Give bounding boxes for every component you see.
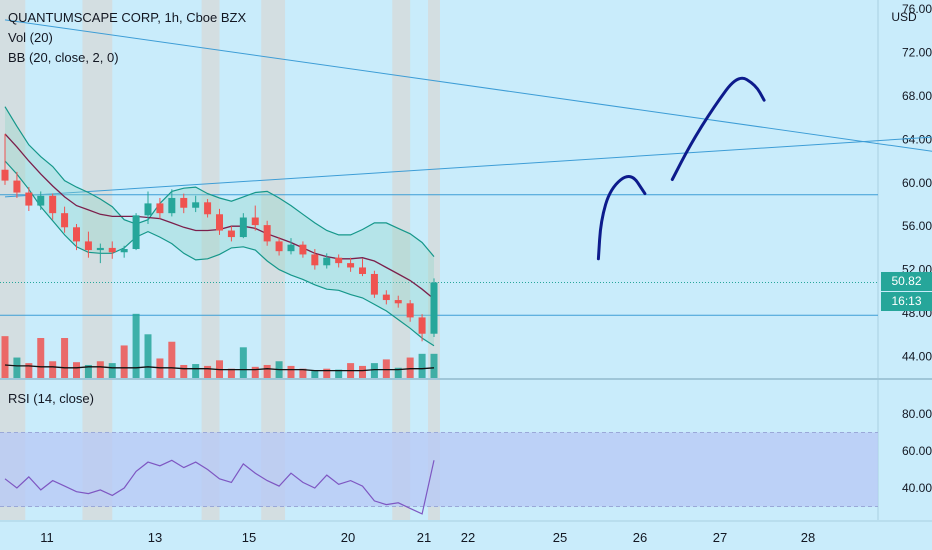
volume-bar bbox=[251, 366, 259, 378]
volume-bar bbox=[61, 338, 69, 378]
candle-body bbox=[132, 215, 140, 250]
candle-body bbox=[180, 197, 188, 208]
candle-body bbox=[311, 254, 319, 266]
volume-bar bbox=[120, 345, 128, 378]
candle-body bbox=[263, 225, 271, 242]
time-tick-label: 15 bbox=[242, 530, 256, 545]
currency-label: USD bbox=[891, 10, 917, 24]
volume-bar bbox=[263, 364, 271, 378]
volume-bar bbox=[108, 363, 116, 378]
candle-body bbox=[275, 241, 283, 252]
volume-bar bbox=[144, 334, 152, 378]
candle-body bbox=[370, 273, 378, 295]
candle-body bbox=[204, 202, 212, 215]
candle-body bbox=[323, 257, 331, 266]
volume-bar bbox=[311, 370, 319, 378]
candle-body bbox=[144, 203, 152, 216]
candle-body bbox=[251, 217, 259, 226]
candle-body bbox=[49, 195, 57, 214]
volume-bar bbox=[430, 353, 438, 378]
candle-body bbox=[108, 247, 116, 253]
candle-body bbox=[406, 303, 414, 318]
volume-bar bbox=[13, 357, 21, 378]
price-chart[interactable]: 44.0048.0052.0056.0060.0064.0068.0072.00… bbox=[0, 0, 932, 550]
candle-body bbox=[120, 249, 128, 253]
volume-bar bbox=[180, 364, 188, 378]
volume-bar bbox=[370, 363, 378, 378]
volume-bar bbox=[204, 365, 212, 378]
volume-bar bbox=[239, 347, 247, 378]
candle-body bbox=[84, 241, 92, 251]
volume-bar bbox=[49, 361, 57, 378]
volume-bar bbox=[287, 365, 295, 378]
candle-body bbox=[25, 192, 33, 206]
candle-body bbox=[168, 197, 176, 214]
time-tick-label: 11 bbox=[40, 530, 54, 545]
main-pane-background bbox=[0, 0, 932, 378]
price-tick-label: 64.00 bbox=[902, 132, 932, 146]
volume-bar bbox=[192, 364, 200, 378]
candle-body bbox=[192, 202, 200, 208]
candle-body bbox=[13, 180, 21, 193]
time-tick-label: 26 bbox=[633, 530, 647, 545]
candle-body bbox=[430, 282, 438, 334]
countdown-tag: 16:13 bbox=[881, 292, 932, 311]
volume-bar bbox=[168, 341, 176, 378]
candle-body bbox=[61, 213, 69, 228]
candle-body bbox=[299, 244, 307, 255]
volume-bar bbox=[382, 359, 390, 378]
candle-body bbox=[359, 267, 366, 274]
symbol-legend[interactable]: QUANTUMSCAPE CORP, 1h, Cboe BZX bbox=[8, 10, 246, 26]
time-tick-label: 13 bbox=[148, 530, 162, 545]
candle-body bbox=[1, 169, 9, 181]
time-tick-label: 27 bbox=[713, 530, 727, 545]
time-tick-label: 22 bbox=[461, 530, 475, 545]
candle-body bbox=[394, 300, 402, 304]
volume-bar bbox=[37, 338, 45, 378]
price-tick-label: 68.00 bbox=[902, 89, 932, 103]
price-tick-label: 72.00 bbox=[902, 45, 932, 59]
candle-body bbox=[216, 214, 223, 231]
rsi-tick-label: 60.00 bbox=[902, 444, 932, 458]
volume-bar bbox=[1, 336, 9, 378]
rsi-band bbox=[0, 432, 878, 507]
time-tick-label: 20 bbox=[341, 530, 355, 545]
price-axis-background bbox=[878, 0, 932, 520]
candle-body bbox=[73, 227, 80, 242]
price-tick-label: 44.00 bbox=[902, 350, 932, 364]
volume-bar bbox=[418, 353, 426, 378]
candle-body bbox=[37, 195, 45, 206]
volume-legend[interactable]: Vol (20) bbox=[8, 30, 53, 46]
candle-body bbox=[347, 263, 355, 268]
time-tick-label: 25 bbox=[553, 530, 567, 545]
volume-bar bbox=[96, 361, 104, 378]
candle-body bbox=[239, 217, 247, 238]
rsi-tick-label: 40.00 bbox=[902, 481, 932, 495]
time-tick-label: 21 bbox=[417, 530, 431, 545]
rsi-legend[interactable]: RSI (14, close) bbox=[8, 391, 94, 407]
volume-bar bbox=[359, 365, 366, 378]
volume-bar bbox=[73, 362, 80, 378]
volume-bar bbox=[406, 357, 414, 378]
candle-body bbox=[96, 247, 104, 251]
candle-body bbox=[418, 317, 426, 334]
last-price-tag: 50.82 bbox=[881, 272, 932, 291]
bollinger-legend[interactable]: BB (20, close, 2, 0) bbox=[8, 50, 119, 66]
time-tick-label: 28 bbox=[801, 530, 815, 545]
price-tick-label: 56.00 bbox=[902, 219, 932, 233]
candle-body bbox=[382, 294, 390, 301]
price-tick-label: 60.00 bbox=[902, 176, 932, 190]
candle-body bbox=[287, 244, 295, 252]
candle-body bbox=[335, 257, 343, 264]
rsi-tick-label: 80.00 bbox=[902, 407, 932, 421]
candle-body bbox=[156, 203, 164, 214]
candle-body bbox=[227, 230, 235, 238]
